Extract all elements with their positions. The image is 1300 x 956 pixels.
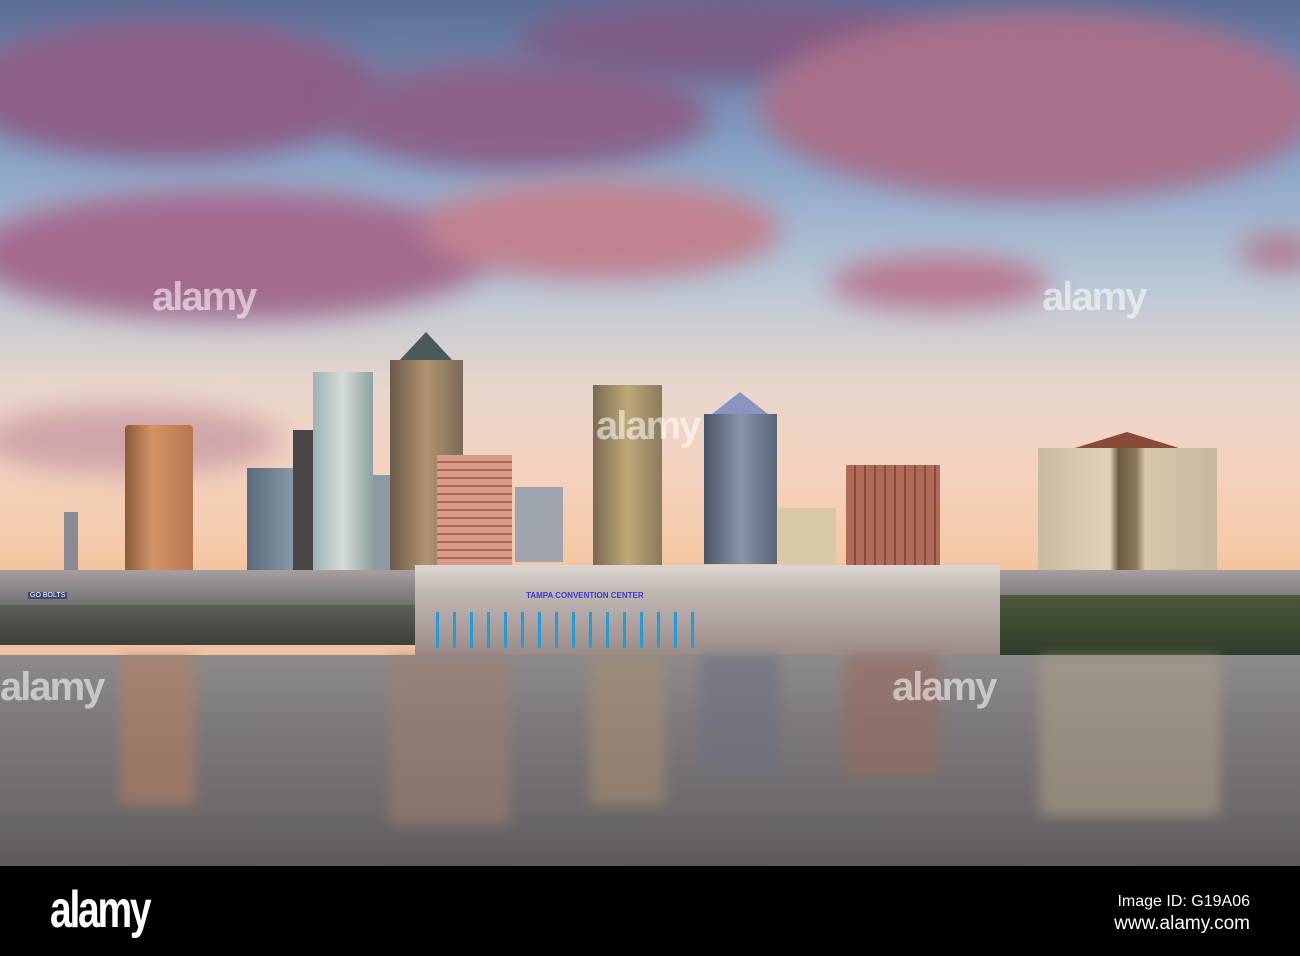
gold-spire-roof: [398, 332, 454, 362]
column: [436, 612, 439, 648]
alamy-logo: alamy: [50, 881, 152, 939]
tower: [313, 372, 373, 576]
column: [555, 612, 558, 648]
column: [572, 612, 575, 648]
watermark: alamy: [0, 665, 105, 709]
tower: [373, 475, 390, 575]
suntrust-roof: [712, 392, 768, 414]
column: [691, 612, 694, 648]
column: [504, 612, 507, 648]
cloud: [420, 180, 780, 280]
hotel-roof: [1075, 432, 1179, 448]
cloud: [760, 10, 1300, 200]
image-id: Image ID: G19A06: [1117, 893, 1250, 910]
column: [538, 612, 541, 648]
pink-tower: [437, 455, 512, 582]
convention-center-sign: TAMPA CONVENTION CENTER: [526, 591, 644, 600]
watermark: alamy: [596, 404, 701, 448]
brown-tower: [846, 465, 940, 567]
tower: [778, 508, 836, 564]
watermark: alamy: [1042, 275, 1147, 319]
column: [521, 612, 524, 648]
suntrust-tower: [704, 414, 777, 564]
tower: [247, 468, 295, 576]
watermark: alamy: [152, 275, 257, 319]
column: [640, 612, 643, 648]
column: [606, 612, 609, 648]
billboard: GO BOLTS: [28, 592, 68, 599]
cloud: [0, 20, 380, 160]
tower: [293, 430, 313, 576]
column: [470, 612, 473, 648]
cloud: [830, 255, 1050, 310]
bridge: [0, 605, 420, 645]
column: [487, 612, 490, 648]
cloud: [1240, 235, 1300, 270]
tampa-skyline-photo: GO BOLTS TAMPA CONVENTION CENTER alamy a…: [0, 0, 1300, 866]
tower: [515, 487, 563, 562]
column: [657, 612, 660, 648]
column: [589, 612, 592, 648]
column: [453, 612, 456, 648]
watermark: alamy: [892, 665, 997, 709]
column: [674, 612, 677, 648]
footer-bar: [0, 866, 1300, 956]
waterfront-trees: [1000, 595, 1300, 660]
convention-center: [415, 565, 1000, 657]
river-water: [0, 655, 1300, 866]
site-url: www.alamy.com: [1114, 913, 1250, 934]
column: [623, 612, 626, 648]
